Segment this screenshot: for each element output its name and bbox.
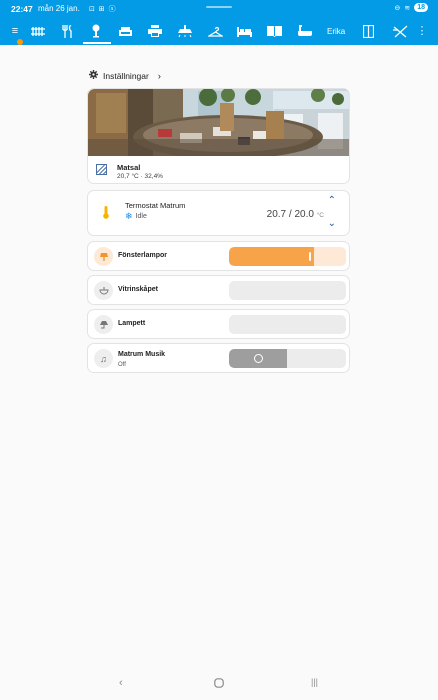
temperature-values: 20.7 / 20.0 [266, 209, 314, 220]
thermostat-temperature: 20.7 / 20.0 °C [267, 209, 324, 220]
wall-lamp-icon [94, 315, 113, 334]
area-icon [96, 164, 107, 175]
brightness-slider[interactable] [229, 315, 346, 334]
media-card-matrum-musik[interactable]: ♫ Matrum Musik Off [87, 343, 350, 373]
lamp-icon[interactable] [87, 22, 105, 40]
area-name: Matsal [117, 163, 141, 172]
status-time: 22:47 [11, 4, 33, 14]
music-note-icon: ♫ [94, 349, 113, 368]
thermostat-state-label: Idle [135, 213, 147, 220]
recent-apps-icon[interactable]: ||| [311, 678, 318, 687]
light-name: Fönsterlampor [118, 252, 168, 259]
chevron-right-icon: › [157, 70, 161, 81]
hanger-icon[interactable] [206, 22, 224, 40]
settings-label: Inställningar [103, 70, 149, 81]
light-card-vitrinskapet[interactable]: Vitrinskåpet [87, 275, 350, 305]
tools-icon[interactable] [391, 22, 409, 40]
media-name: Matrum Musik [118, 351, 166, 358]
chevron-up-icon[interactable]: ⌃ [328, 196, 336, 206]
silverware-icon[interactable] [58, 22, 76, 40]
view-tabs: ≡ Erika ⋮ [0, 18, 438, 45]
status-date: mån 26 jan. [38, 4, 80, 13]
home-icon[interactable] [214, 678, 224, 691]
bed-icon[interactable] [235, 22, 253, 40]
light-card-fonsterlampor[interactable]: Fönsterlampor [87, 241, 350, 271]
snowflake-icon: ❄ [125, 211, 133, 221]
settings-link[interactable]: Inställningar › [89, 70, 161, 81]
system-navigation-bar: ‹ ||| [0, 672, 438, 700]
battery-indicator: 18 [414, 3, 428, 12]
bathtub-icon[interactable] [295, 22, 313, 40]
area-info: Matsal 20,7 °C · 32,4% [88, 156, 349, 183]
thermometer-icon [103, 206, 109, 219]
chevron-down-icon[interactable]: ⌄ [328, 219, 336, 229]
area-photo [88, 89, 349, 156]
system-status-bar: 22:47 mån 26 jan. ⊡ ⊞ ⓢ ⊖ ≋ 18 [0, 0, 438, 18]
printer-icon[interactable] [146, 22, 164, 40]
more-icon[interactable]: ⋮ [413, 22, 431, 40]
wifi-icon: ≋ [404, 4, 411, 12]
radiator-icon[interactable] [29, 22, 47, 40]
media-control-bar[interactable] [229, 349, 346, 368]
notification-icons: ⊡ ⊞ ⓢ [89, 6, 117, 13]
slider-thumb[interactable] [309, 252, 311, 261]
light-name: Vitrinskåpet [118, 286, 158, 293]
light-card-lampett[interactable]: Lampett [87, 309, 350, 339]
gear-icon [89, 70, 98, 81]
light-name: Lampett [118, 320, 146, 327]
power-button-icon[interactable] [254, 354, 263, 363]
menu-icon[interactable]: ≡ [6, 22, 24, 40]
area-stats: 20,7 °C · 32,4% [117, 173, 163, 180]
tab-erika[interactable]: Erika [327, 27, 345, 36]
top-app-bar: 22:47 mån 26 jan. ⊡ ⊞ ⓢ ⊖ ≋ 18 ≡ Erika ⋮ [0, 0, 438, 45]
thermostat-card[interactable]: Termostat Matrum ❄ Idle 20.7 / 20.0 °C ⌃… [87, 190, 350, 236]
brightness-slider[interactable] [229, 281, 346, 300]
media-state: Off [118, 362, 126, 368]
cabinet-light-icon [94, 281, 113, 300]
window-lamp-icon [94, 247, 113, 266]
minus-circle-icon: ⊖ [394, 4, 401, 12]
ceiling-light-icon[interactable] [176, 22, 194, 40]
book-icon[interactable] [265, 22, 283, 40]
wardrobe-icon[interactable] [359, 22, 377, 40]
back-icon[interactable]: ‹ [119, 678, 123, 689]
area-card[interactable]: Matsal 20,7 °C · 32,4% [87, 88, 350, 184]
thermostat-state: ❄ Idle [125, 212, 147, 221]
temperature-unit: °C [316, 212, 324, 219]
slider-fill [229, 247, 314, 266]
active-tab-indicator [83, 42, 111, 44]
drag-handle [206, 6, 232, 8]
thermostat-name: Termostat Matrum [125, 201, 186, 210]
sofa-icon[interactable] [116, 22, 134, 40]
brightness-slider[interactable] [229, 247, 346, 266]
notification-badge [17, 39, 23, 45]
status-right-icons: ⊖ ≋ 18 [394, 3, 428, 12]
